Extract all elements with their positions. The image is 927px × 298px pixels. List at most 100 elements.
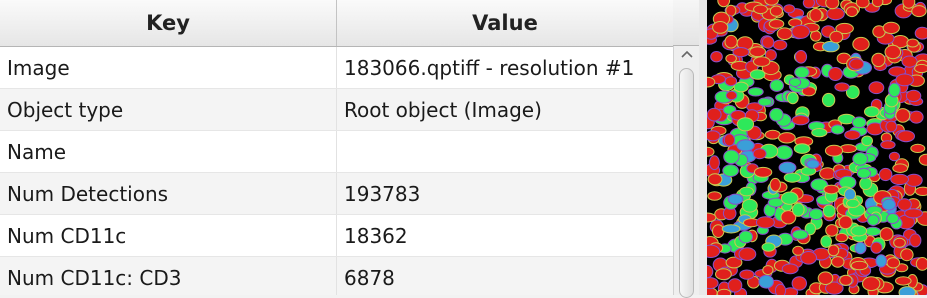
cell-marker — [752, 148, 767, 160]
cell-marker — [871, 52, 886, 68]
table-row[interactable]: Num CD11c 18362 — [0, 215, 673, 257]
cell-marker — [911, 5, 927, 18]
row-value — [337, 131, 673, 172]
vertical-scrollbar[interactable] — [673, 46, 699, 298]
cell-marker — [800, 250, 817, 265]
table-row[interactable]: Num Detections 193783 — [0, 173, 673, 215]
cell-marker — [871, 0, 884, 8]
row-key: Name — [0, 131, 337, 172]
cell-marker — [808, 208, 824, 221]
cell-marker — [732, 47, 750, 58]
column-header-key[interactable]: Key — [0, 0, 337, 46]
cell-marker — [914, 63, 927, 74]
cell-marker — [886, 213, 900, 224]
cell-marker — [716, 288, 732, 295]
cell-marker — [749, 69, 766, 80]
cell-marker — [852, 152, 869, 166]
cell-marker — [859, 177, 873, 191]
cell-marker — [893, 237, 906, 248]
cell-marker — [835, 232, 849, 243]
column-header-value[interactable]: Value — [337, 0, 673, 46]
cell-marker — [781, 263, 799, 275]
cell-marker — [727, 278, 743, 293]
cell-marker — [823, 184, 840, 195]
table-row[interactable]: Num CD11c: CD3 6878 — [0, 257, 673, 295]
cell-marker — [715, 268, 732, 281]
cell-marker — [736, 139, 755, 152]
cell-marker — [811, 128, 828, 138]
cell-marker — [792, 202, 805, 217]
split-pane-divider[interactable] — [699, 0, 707, 295]
cell-marker — [821, 92, 836, 108]
cell-marker — [753, 4, 768, 15]
cell-marker — [884, 44, 902, 60]
table-row[interactable]: Image 183066.qptiff - resolution #1 — [0, 47, 673, 89]
cell-marker — [772, 39, 788, 51]
cell-marker — [856, 167, 871, 179]
row-value: 183066.qptiff - resolution #1 — [344, 55, 635, 80]
cell-marker — [712, 21, 729, 34]
cell-marker — [769, 5, 784, 17]
scrollbar-corner — [673, 0, 699, 46]
cell-marker — [747, 87, 764, 97]
cell-marker — [724, 76, 738, 87]
scrollbar-thumb[interactable] — [679, 68, 694, 298]
cell-marker — [914, 26, 927, 40]
cell-marker — [906, 38, 919, 48]
cell-marker — [780, 191, 799, 205]
cell-marker — [897, 130, 916, 143]
cell-marker — [738, 247, 757, 261]
cell-marker — [755, 216, 775, 229]
cell-marker — [707, 107, 722, 122]
cell-marker — [794, 66, 810, 79]
cell-marker — [741, 198, 758, 213]
cell-marker — [817, 271, 834, 286]
image-viewer[interactable] — [707, 0, 927, 295]
cell-marker — [845, 6, 859, 18]
cell-marker — [721, 224, 741, 234]
row-value: 193783 — [344, 181, 421, 206]
cell-marker — [909, 110, 924, 124]
cell-marker — [890, 173, 910, 185]
cell-marker — [830, 124, 845, 135]
cell-marker — [886, 257, 901, 269]
cell-marker — [769, 79, 785, 92]
cell-marker — [885, 120, 898, 133]
cell-marker — [909, 233, 922, 248]
cell-marker — [788, 77, 802, 87]
cell-marker — [892, 163, 909, 173]
cell-marker — [849, 58, 865, 70]
cell-marker — [864, 106, 880, 118]
cell-marker — [829, 30, 844, 44]
cell-marker — [707, 173, 723, 186]
cell-marker — [738, 230, 753, 244]
cell-marker — [722, 164, 739, 178]
table-row[interactable]: Name — [0, 131, 673, 173]
cell-marker — [739, 186, 754, 197]
cell-marker — [753, 56, 771, 67]
cell-marker — [753, 166, 773, 178]
cell-marker — [794, 50, 808, 64]
table-body: Image 183066.qptiff - resolution #1 Obje… — [0, 47, 673, 295]
cell-marker — [769, 107, 784, 122]
cell-marker — [776, 27, 793, 41]
cell-marker — [914, 186, 927, 196]
chevron-up-icon[interactable] — [678, 46, 696, 62]
cell-marker — [778, 161, 797, 174]
table-row[interactable]: Object type Root object (Image) — [0, 89, 673, 131]
cell-marker — [749, 46, 766, 58]
cell-marker — [761, 242, 776, 252]
cell-marker — [839, 274, 853, 286]
cell-marker — [878, 167, 893, 182]
cell-marker — [855, 0, 870, 9]
cell-marker — [783, 4, 796, 14]
cell-marker — [769, 177, 782, 192]
cell-marker — [707, 191, 722, 201]
cell-marker — [846, 198, 860, 208]
cell-marker — [707, 277, 719, 290]
cell-marker — [775, 145, 793, 160]
cell-marker — [783, 172, 802, 183]
cell-marker — [707, 244, 721, 258]
cell-marker — [895, 73, 914, 87]
cell-marker — [757, 97, 773, 107]
